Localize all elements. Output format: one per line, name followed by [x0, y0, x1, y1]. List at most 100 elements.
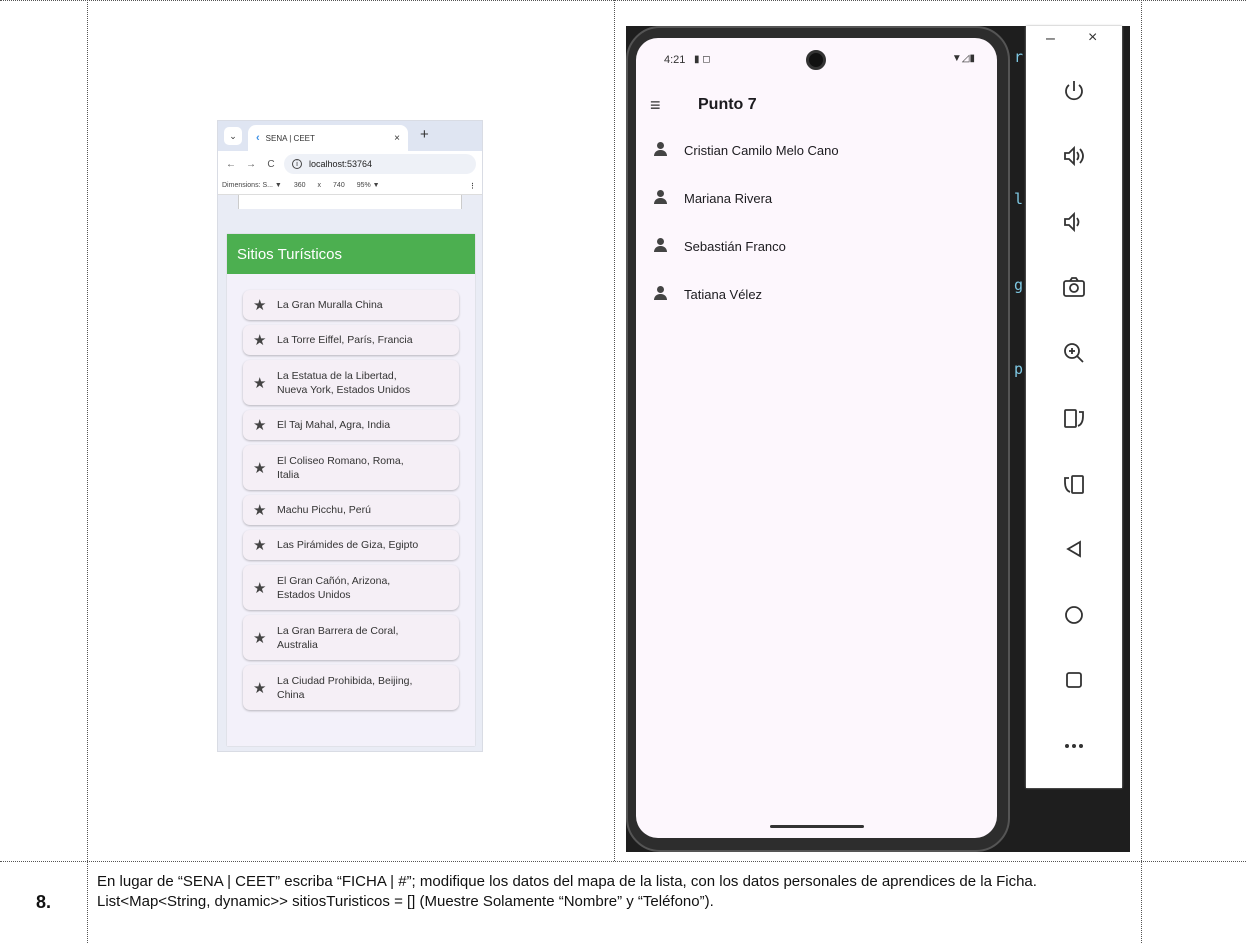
table-top-border [0, 0, 1246, 1]
site-label: El Gran Cañón, Arizona, Estados Unidos [277, 574, 391, 601]
phone-screen: 4:21 ▮ ◻ ▼◿▮ ≡ Punto 7 Cristian Camilo M… [636, 38, 997, 838]
url-text: localhost:53764 [309, 159, 373, 169]
star-icon: ★ [253, 579, 267, 597]
phone-title: Punto 7 [698, 96, 757, 113]
code-fragment: l [1014, 190, 1024, 208]
code-fragment: p [1014, 360, 1024, 378]
row-number: 8. [35, 891, 51, 912]
camera-cutout [806, 50, 826, 70]
list-item[interactable]: ★ La Estatua de la Libertad, Nueva York, … [243, 360, 459, 405]
list-item[interactable]: Tatiana Vélez [636, 270, 997, 318]
volume-down-icon[interactable] [1026, 189, 1122, 255]
site-label: El Taj Mahal, Agra, India [277, 419, 391, 431]
people-list: Cristian Camilo Melo Cano Mariana Rivera… [636, 126, 997, 318]
browser-tab-bar: ⌄ ‹ SENA | CEET × + [218, 121, 482, 151]
app-title: Sitios Turísticos [237, 245, 343, 263]
person-name: Sebastián Franco [684, 238, 786, 254]
person-name: Mariana Rivera [684, 190, 773, 206]
sites-list: ★ La Gran Muralla China ★ La Torre Eiffel,… [227, 274, 475, 710]
width-value[interactable]: 360 [294, 182, 306, 189]
list-item[interactable]: Cristian Camilo Melo Cano [636, 126, 997, 174]
site-label: La Estatua de la Libertad, Nueva York, E… [277, 369, 411, 396]
notification-icons: ▮ ◻ [694, 54, 711, 65]
star-icon: ★ [253, 537, 267, 554]
person-icon [652, 238, 684, 254]
site-label: El Coliseo Romano, Roma, Italia [277, 454, 404, 481]
list-item[interactable]: ★ El Coliseo Romano, Roma, Italia [243, 445, 459, 490]
person-icon [652, 142, 684, 158]
tab-dropdown-icon[interactable]: ⌄ [224, 127, 242, 145]
more-icon[interactable] [1026, 713, 1122, 779]
status-time: 4:21 [664, 54, 686, 66]
table-col-divider-3 [1141, 0, 1142, 943]
panel-window-controls: – × [1026, 26, 1122, 58]
list-item[interactable]: ★ Machu Picchu, Perú [243, 495, 459, 525]
tab-close-icon[interactable]: × [394, 133, 400, 144]
browser-tab[interactable]: ‹ SENA | CEET × [248, 125, 408, 151]
url-field[interactable]: i localhost:53764 [284, 154, 476, 174]
overview-icon[interactable] [1026, 648, 1122, 714]
list-item[interactable]: ★ La Torre Eiffel, París, Francia [243, 325, 459, 355]
person-name: Cristian Camilo Melo Cano [684, 142, 839, 158]
forward-arrow-icon[interactable]: → [244, 159, 258, 170]
list-item[interactable]: ★ El Taj Mahal, Agra, India [243, 410, 459, 440]
info-icon[interactable]: i [292, 159, 302, 169]
site-label: La Ciudad Prohibida, Beijing, China [277, 674, 413, 701]
flutter-app: Sitios Turísticos ★ La Gran Muralla China… [227, 234, 475, 746]
site-label: La Gran Barrera de Coral, Australia [277, 624, 399, 651]
person-name: Tatiana Vélez [684, 286, 763, 302]
browser-tab-title: SENA | CEET [265, 133, 315, 143]
phone-app-bar: ≡ Punto 7 [636, 84, 997, 126]
menu-icon[interactable]: ≡ [650, 95, 698, 116]
site-label: Las Pirámides de Giza, Egipto [277, 539, 419, 551]
table-col-divider-1 [87, 0, 88, 943]
rotate-right-icon[interactable] [1026, 451, 1122, 517]
instruction-text: En lugar de “SENA | CEET” escriba “FICHA… [97, 873, 1037, 910]
rotate-left-icon[interactable] [1026, 386, 1122, 452]
site-label: Machu Picchu, Perú [277, 504, 371, 516]
list-item[interactable]: ★ La Gran Muralla China [243, 290, 459, 320]
star-icon: ★ [253, 297, 267, 314]
code-fragment: r [1014, 48, 1024, 66]
star-icon: ★ [253, 374, 267, 392]
browser-address-bar: ← → C i localhost:53764 [218, 151, 482, 177]
star-icon: ★ [253, 629, 267, 647]
volume-up-icon[interactable] [1026, 124, 1122, 190]
zoom-select[interactable]: 95% ▼ [357, 182, 380, 189]
browser-window: ⌄ ‹ SENA | CEET × + ← → C i localhost:53… [217, 120, 483, 752]
table-row-divider [0, 861, 1246, 862]
list-item[interactable]: Sebastián Franco [636, 222, 997, 270]
camera-icon[interactable] [1026, 255, 1122, 321]
close-icon[interactable]: × [1088, 29, 1097, 47]
list-item[interactable]: ★ El Gran Cañón, Arizona, Estados Unidos [243, 565, 459, 610]
back-arrow-icon[interactable]: ← [224, 159, 238, 170]
height-value[interactable]: 740 [333, 182, 345, 189]
minimize-icon[interactable]: – [1046, 30, 1055, 48]
status-bar: 4:21 ▮ ◻ ▼◿▮ [636, 38, 997, 84]
star-icon: ★ [253, 417, 267, 434]
code-fragment: g [1014, 276, 1024, 294]
more-options-icon[interactable]: ⋮ [469, 182, 476, 190]
home-icon[interactable] [1026, 582, 1122, 648]
emulator-controls-panel: – × [1026, 26, 1122, 788]
power-icon[interactable] [1026, 58, 1122, 124]
person-icon [652, 286, 684, 302]
reload-icon[interactable]: C [264, 159, 278, 170]
site-label: La Gran Muralla China [277, 299, 383, 311]
back-icon[interactable] [1026, 517, 1122, 583]
dimensions-select[interactable]: Dimensions: S... ▼ [222, 182, 282, 189]
list-item[interactable]: Mariana Rivera [636, 174, 997, 222]
signal-battery-icons: ▼◿▮ [951, 53, 975, 64]
device-ruler [238, 195, 462, 209]
person-icon [652, 190, 684, 206]
star-icon: ★ [253, 502, 267, 519]
list-item[interactable]: ★ La Gran Barrera de Coral, Australia [243, 615, 459, 660]
list-item[interactable]: ★ La Ciudad Prohibida, Beijing, China [243, 665, 459, 710]
zoom-icon[interactable] [1026, 320, 1122, 386]
star-icon: ★ [253, 679, 267, 697]
times-symbol: x [317, 182, 322, 189]
new-tab-icon[interactable]: + [420, 126, 429, 143]
list-item[interactable]: ★ Las Pirámides de Giza, Egipto [243, 530, 459, 560]
app-bar: Sitios Turísticos [227, 234, 475, 274]
home-indicator[interactable] [770, 825, 864, 828]
